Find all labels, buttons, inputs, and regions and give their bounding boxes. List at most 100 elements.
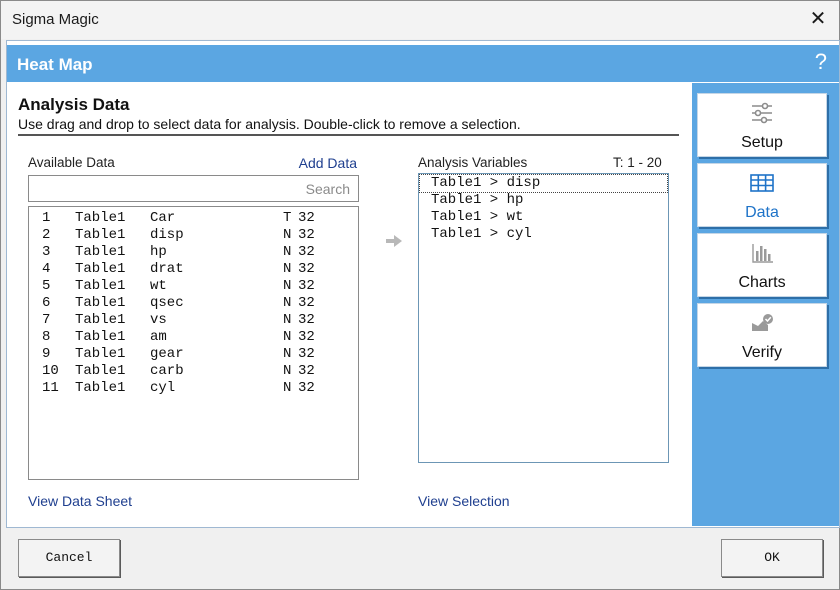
row-count: 32 [298, 210, 315, 226]
row-count: 32 [298, 346, 315, 362]
ok-button[interactable]: OK [721, 539, 823, 577]
bar-chart-icon [752, 244, 773, 263]
available-data-label: Available Data [28, 155, 115, 170]
row-count: 32 [298, 295, 315, 311]
row-index: 1 [42, 210, 51, 226]
sidebar-item-charts[interactable]: Charts [697, 233, 827, 297]
table-row[interactable]: 7 Table1 vs N 32 [29, 312, 358, 329]
row-count: 32 [298, 312, 315, 328]
row-variable: drat [150, 261, 184, 277]
row-variable: vs [150, 312, 167, 328]
row-type: N [283, 261, 292, 277]
help-icon[interactable]: ? [815, 49, 827, 75]
cancel-button[interactable]: Cancel [18, 539, 120, 577]
row-type: N [283, 380, 292, 396]
row-count: 32 [298, 380, 315, 396]
sidebar-item-verify[interactable]: Verify [697, 303, 827, 367]
row-index: 11 [42, 380, 59, 396]
row-variable: hp [150, 244, 167, 260]
table-row[interactable]: 6 Table1 qsec N 32 [29, 295, 358, 312]
sidebar-item-label: Charts [738, 274, 786, 291]
variable-range-label: T: 1 - 20 [613, 155, 662, 170]
close-icon[interactable]: ✕ [807, 7, 829, 31]
view-data-sheet-link[interactable]: View Data Sheet [28, 493, 132, 509]
list-item-label: Table1 > wt [431, 209, 524, 225]
sidebar-item-label: Data [745, 204, 779, 221]
dialog-frame: Heat Map ? Analysis Data Use drag and dr… [6, 40, 840, 528]
search-input[interactable]: Search [28, 175, 359, 202]
sidebar: Setup Data Charts Verify [692, 83, 839, 526]
row-type: N [283, 312, 292, 328]
row-table: Table1 [75, 278, 126, 294]
window-title: Sigma Magic [12, 11, 99, 28]
row-count: 32 [298, 244, 315, 260]
table-row[interactable]: 9 Table1 gear N 32 [29, 346, 358, 363]
row-index: 2 [42, 227, 51, 243]
sidebar-item-label: Verify [741, 344, 782, 361]
title-bar: Sigma Magic ✕ [1, 1, 839, 39]
sidebar-item-label: Setup [741, 134, 783, 151]
table-row[interactable]: 3 Table1 hp N 32 [29, 244, 358, 261]
list-item-label: Table1 > hp [431, 192, 524, 208]
verify-check-icon [752, 314, 773, 331]
section-title: Analysis Data [18, 95, 130, 114]
table-row[interactable]: 2 Table1 disp N 32 [29, 227, 358, 244]
table-row[interactable]: 11 Table1 cyl N 32 [29, 380, 358, 397]
row-variable: carb [150, 363, 184, 379]
row-variable: qsec [150, 295, 184, 311]
available-data-list[interactable]: 1 Table1 Car T 32 2 Table1 disp N 32 3 Table1 hp N 32 4… [28, 206, 359, 480]
table-row[interactable]: 10 Table1 carb N 32 [29, 363, 358, 380]
list-item[interactable]: Table1 > wt [420, 209, 667, 226]
row-variable: gear [150, 346, 184, 362]
list-item[interactable]: Table1 > disp [419, 174, 668, 193]
analysis-variables-list[interactable]: Table1 > disp Table1 > hp Table1 > wt Table… [418, 173, 669, 463]
row-table: Table1 [75, 261, 126, 277]
row-count: 32 [298, 261, 315, 277]
analysis-variables-label: Analysis Variables [418, 155, 528, 170]
section-description: Use drag and drop to select data for ana… [18, 116, 521, 132]
table-row[interactable]: 4 Table1 drat N 32 [29, 261, 358, 278]
row-index: 10 [42, 363, 59, 379]
table-row[interactable]: 5 Table1 wt N 32 [29, 278, 358, 295]
row-variable: Car [150, 210, 176, 226]
sidebar-item-setup[interactable]: Setup [697, 93, 827, 157]
list-item[interactable]: Table1 > cyl [420, 226, 667, 243]
row-count: 32 [298, 363, 315, 379]
row-index: 3 [42, 244, 51, 260]
row-type: N [283, 346, 292, 362]
row-count: 32 [298, 329, 315, 345]
row-index: 7 [42, 312, 51, 328]
row-count: 32 [298, 227, 315, 243]
view-selection-link[interactable]: View Selection [418, 493, 510, 509]
list-item-label: Table1 > disp [431, 175, 541, 191]
row-variable: cyl [150, 380, 176, 396]
row-table: Table1 [75, 346, 126, 362]
row-table: Table1 [75, 244, 126, 260]
section-divider [18, 134, 679, 136]
row-variable: am [150, 329, 167, 345]
table-row[interactable]: 8 Table1 am N 32 [29, 329, 358, 346]
row-table: Table1 [75, 329, 126, 345]
page-title: Heat Map [17, 55, 93, 74]
row-type: N [283, 329, 292, 345]
header-bar: Heat Map ? [7, 45, 839, 82]
row-type: N [283, 295, 292, 311]
table-row[interactable]: 1 Table1 Car T 32 [29, 210, 358, 227]
row-type: N [283, 227, 292, 243]
add-data-link[interactable]: Add Data [299, 155, 357, 171]
row-table: Table1 [75, 295, 126, 311]
row-index: 6 [42, 295, 51, 311]
row-table: Table1 [75, 227, 126, 243]
row-table: Table1 [75, 312, 126, 328]
row-index: 4 [42, 261, 51, 277]
sidebar-item-data[interactable]: Data [697, 163, 827, 227]
move-right-arrow-icon[interactable] [385, 234, 403, 248]
row-index: 5 [42, 278, 51, 294]
main-content: Analysis Data Use drag and drop to selec… [7, 83, 692, 526]
footer-bar: Cancel OK [1, 528, 839, 589]
row-index: 9 [42, 346, 51, 362]
list-item-label: Table1 > cyl [431, 226, 532, 242]
row-type: N [283, 244, 292, 260]
list-item[interactable]: Table1 > hp [420, 192, 667, 209]
row-table: Table1 [75, 380, 126, 396]
